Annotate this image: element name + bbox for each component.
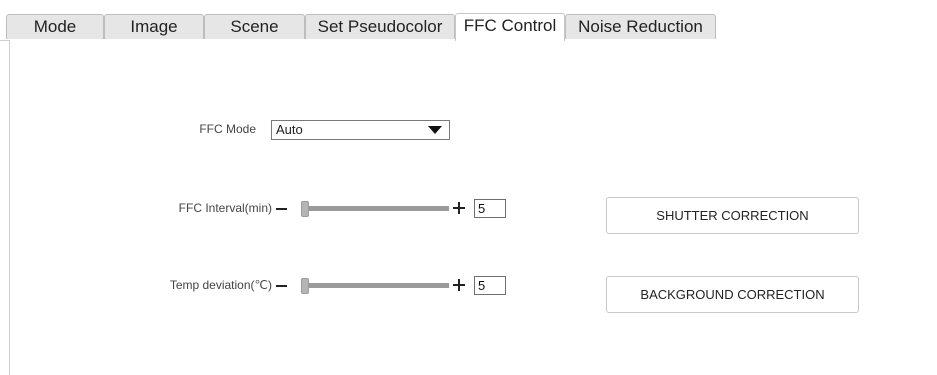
shutter-correction-button[interactable]: SHUTTER CORRECTION [606,197,859,234]
chevron-down-icon [428,126,442,134]
ffc-interval-label: FFC Interval(min) [178,201,272,215]
tab-mode[interactable]: Mode [6,14,104,39]
ffc-interval-plus-icon[interactable] [453,202,465,214]
tab-ffc-control[interactable]: FFC Control [455,13,565,41]
temp-deviation-plus-icon[interactable] [453,279,465,291]
tab-scene[interactable]: Scene [204,14,305,39]
temp-deviation-input[interactable] [474,276,506,295]
ffc-interval-slider-thumb[interactable] [301,201,309,217]
temp-deviation-slider-track[interactable] [301,283,449,288]
temp-deviation-label: Temp deviation(℃) [169,278,272,292]
ffc-interval-slider-track[interactable] [301,206,449,211]
tab-noise-reduction[interactable]: Noise Reduction [565,14,716,39]
tab-set-pseudocolor[interactable]: Set Pseudocolor [305,14,455,39]
ffc-mode-label: FFC Mode [199,122,256,136]
temp-deviation-minus-icon[interactable] [276,285,287,287]
ffc-interval-input[interactable] [474,199,506,218]
background-correction-button[interactable]: BACKGROUND CORRECTION [606,276,859,313]
ffc-mode-select[interactable]: Auto [271,120,450,140]
tab-image[interactable]: Image [104,14,204,39]
temp-deviation-slider-thumb[interactable] [301,278,309,294]
tab-bar: Mode Image Scene Set Pseudocolor FFC Con… [0,0,937,41]
ffc-mode-value: Auto [276,122,303,137]
ffc-interval-minus-icon[interactable] [276,208,287,210]
